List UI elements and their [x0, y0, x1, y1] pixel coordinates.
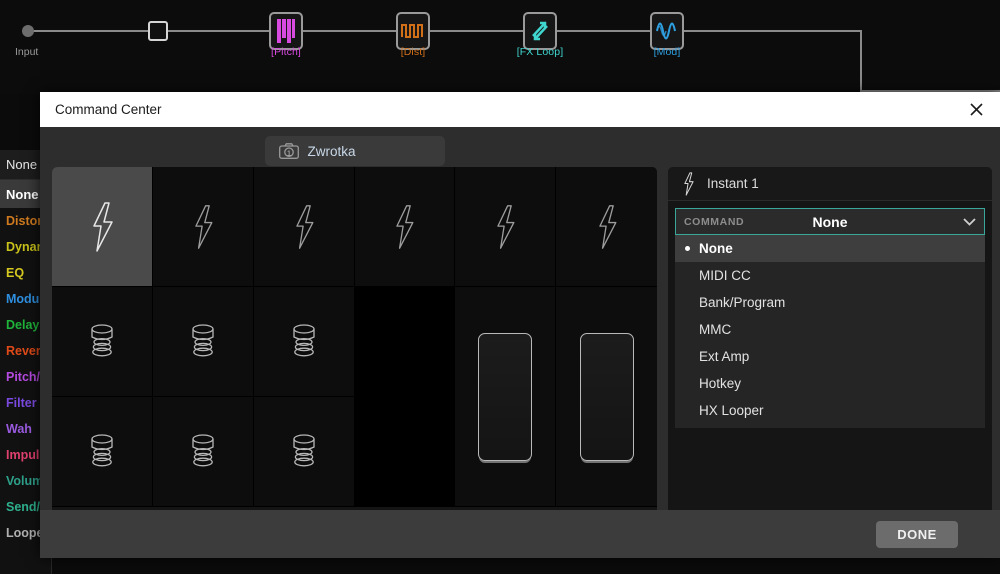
expression-pedal-icon	[579, 332, 634, 461]
command-option-hx-looper[interactable]: HX Looper	[675, 397, 985, 424]
block-dist[interactable]	[396, 12, 430, 50]
lightning-bolt-icon	[684, 171, 694, 196]
command-options-list: None MIDI CC Bank/Program MMC Ext Amp Ho…	[675, 235, 985, 428]
footswitch-icon	[192, 323, 214, 356]
grid-cell-footswitch-1[interactable]	[52, 287, 153, 397]
svg-text:1: 1	[286, 148, 290, 157]
footswitch-icon	[292, 433, 315, 466]
block-mod-label: [Mod]	[653, 46, 681, 58]
selected-bullet-icon	[685, 246, 690, 251]
command-option-label: Bank/Program	[699, 295, 786, 310]
block-fx-loop-label: [FX Loop]	[516, 46, 564, 58]
footswitch-icon	[91, 433, 113, 466]
block-mod[interactable]	[650, 12, 684, 50]
lightning-bolt-icon	[598, 204, 617, 249]
chain-wire-down	[860, 30, 862, 92]
camera-snapshot-icon: 1	[278, 143, 299, 159]
snapshot-bar: 1 Zwrotka	[52, 135, 657, 167]
grid-cell-instant-4[interactable]	[354, 167, 456, 287]
grid-cell-footswitch-3[interactable]	[253, 287, 355, 397]
square-wave-icon	[401, 24, 423, 38]
command-option-bank-program[interactable]: Bank/Program	[675, 289, 985, 316]
grid-cell-footswitch-2[interactable]	[152, 287, 254, 397]
command-option-label: HX Looper	[699, 403, 764, 418]
command-option-none[interactable]: None	[675, 235, 985, 262]
command-option-label: None	[699, 241, 733, 256]
lightning-bolt-icon	[497, 204, 515, 249]
input-label: Input	[15, 46, 39, 58]
lightning-bolt-icon	[295, 204, 314, 249]
done-button[interactable]: DONE	[876, 520, 958, 548]
grid-cell-expression-pedal-2[interactable]	[556, 287, 657, 507]
loop-arrows-icon	[532, 21, 548, 41]
lightning-bolt-icon	[93, 201, 113, 252]
grid-cell-footswitch-4[interactable]	[52, 397, 153, 507]
grid-cell-footswitch-6[interactable]	[253, 397, 355, 507]
command-panel-title: Instant 1	[707, 176, 759, 191]
close-icon[interactable]	[962, 92, 990, 127]
block-pitch[interactable]	[269, 12, 303, 50]
page-title: Command Center	[55, 102, 162, 117]
assignment-grid-pane	[52, 167, 657, 533]
block-pitch-label: [Pitch]	[271, 46, 301, 58]
command-option-ext-amp[interactable]: Ext Amp	[675, 343, 985, 370]
sine-wave-icon	[656, 22, 676, 40]
command-center-dialog: Command Center 1 Zwrotka Instant 1 COMMA…	[40, 92, 1000, 558]
snapshot-label: Zwrotka	[307, 143, 356, 159]
lightning-bolt-icon	[195, 204, 213, 249]
dialog-body: 1 Zwrotka Instant 1 COMMAND None None MI…	[40, 127, 1000, 558]
command-option-midi-cc[interactable]: MIDI CC	[675, 262, 985, 289]
empty-block-slot[interactable]	[148, 21, 168, 41]
snapshot-tab[interactable]: 1 Zwrotka	[264, 136, 445, 166]
grid-cell-instant-3[interactable]	[253, 167, 355, 287]
command-option-label: Ext Amp	[699, 349, 750, 364]
app-root: Input [Pitch] [Dist] [FX Loop] [Mod] Non…	[0, 0, 1000, 574]
block-fx-loop[interactable]	[523, 12, 557, 50]
command-option-hotkey[interactable]: Hotkey	[675, 370, 985, 397]
grid-cell-empty-slot	[354, 287, 456, 507]
chevron-down-icon[interactable]	[963, 214, 976, 229]
lightning-bolt-icon	[396, 204, 414, 249]
command-option-label: Hotkey	[699, 376, 742, 391]
dialog-title-bar: Command Center	[40, 92, 1000, 127]
footswitch-icon	[192, 433, 214, 466]
grid-cell-instant-5[interactable]	[455, 167, 557, 287]
assignment-grid	[52, 167, 657, 507]
footswitch-icon	[292, 323, 315, 356]
grid-cell-instant-6[interactable]	[556, 167, 657, 287]
command-select[interactable]: COMMAND None	[675, 208, 985, 235]
command-option-label: MIDI CC	[699, 268, 751, 283]
grid-cell-instant-1[interactable]	[52, 167, 153, 287]
command-panel-header: Instant 1	[668, 167, 992, 201]
signal-chain: Input [Pitch] [Dist] [FX Loop] [Mod]	[0, 0, 1000, 95]
grid-cell-instant-2[interactable]	[152, 167, 254, 287]
command-panel: Instant 1 COMMAND None None MIDI CC Bank…	[668, 167, 992, 533]
command-option-mmc[interactable]: MMC	[675, 316, 985, 343]
piano-keys-icon	[277, 19, 295, 43]
grid-cell-footswitch-5[interactable]	[152, 397, 254, 507]
footswitch-icon	[91, 323, 113, 356]
dialog-footer: DONE	[40, 510, 1000, 558]
input-node[interactable]	[22, 25, 34, 37]
command-field-label: COMMAND	[684, 215, 745, 228]
block-dist-label: [Dist]	[400, 46, 426, 58]
grid-cell-expression-pedal-1[interactable]	[455, 287, 557, 507]
expression-pedal-icon	[478, 332, 533, 461]
command-option-label: MMC	[699, 322, 732, 337]
